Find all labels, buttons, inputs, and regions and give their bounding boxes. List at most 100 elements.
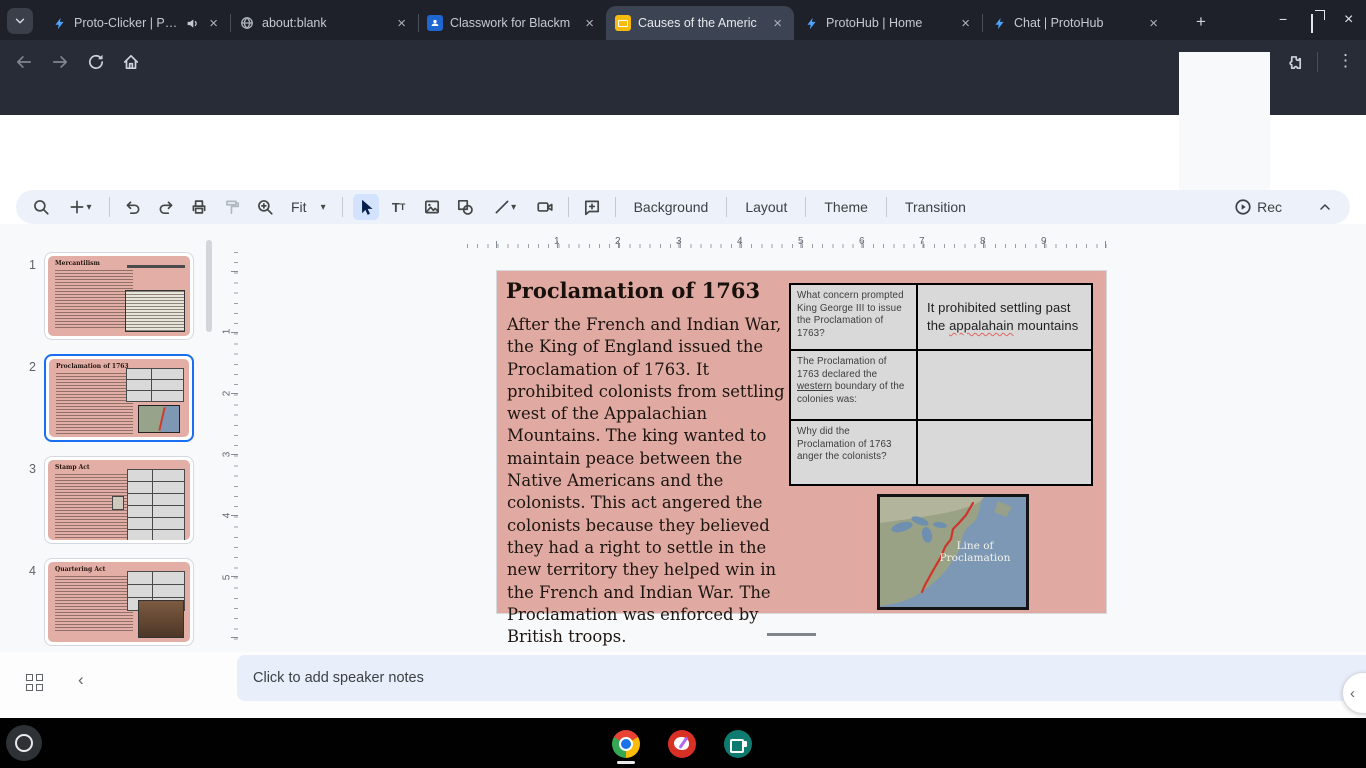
table-question-1[interactable]: What concern prompted King George III to… xyxy=(791,285,916,349)
transition-button[interactable]: Transition xyxy=(897,199,974,215)
slide-thumbnail-2-selected[interactable]: Proclamation of 1763 xyxy=(44,354,194,442)
slide-number: 3 xyxy=(20,462,36,476)
insert-image-button[interactable] xyxy=(419,194,445,220)
screencast-app-icon[interactable] xyxy=(724,730,752,758)
browser-toolbar: docs.google.com/presentation/d/1Mt7zz-2S… xyxy=(0,40,1366,85)
background-button[interactable]: Background xyxy=(626,199,717,215)
undo-button[interactable] xyxy=(120,194,146,220)
new-tab-button[interactable]: + xyxy=(1196,13,1206,30)
thumb-table xyxy=(126,368,184,402)
print-button[interactable] xyxy=(186,194,212,220)
tab-classwork[interactable]: Classwork for Blackm × xyxy=(418,6,606,40)
text-box-tool[interactable]: TT xyxy=(386,194,412,220)
slides-header: Causes of the American Revolution Part 1… xyxy=(0,115,1366,190)
thumb-title: Quartering Act xyxy=(55,566,105,573)
table-answer-2[interactable] xyxy=(918,351,1091,419)
screen: Proto-Clicker | Prot × about:blank × Cla… xyxy=(0,0,1366,768)
thumb-image xyxy=(125,290,185,332)
lightning-icon xyxy=(991,15,1007,31)
shelf: 4 Sep 17 10:38 xyxy=(0,718,1366,768)
search-menus-icon[interactable] xyxy=(28,194,54,220)
notes-resize-handle[interactable] xyxy=(767,633,816,636)
table-answer-1[interactable]: It prohibited settling past the appalaha… xyxy=(918,285,1091,349)
tab-title: about:blank xyxy=(262,16,387,30)
insert-shape-button[interactable] xyxy=(452,194,478,220)
tab-protohub-home[interactable]: ProtoHub | Home × xyxy=(794,6,982,40)
tab-title: Causes of the Americ xyxy=(638,16,763,30)
insert-line-button[interactable]: ▾ xyxy=(485,194,525,220)
tab-title: Proto-Clicker | Prot xyxy=(74,16,179,30)
insert-video-button[interactable] xyxy=(532,194,558,220)
tabs: Proto-Clicker | Prot × about:blank × Cla… xyxy=(42,6,1170,40)
chrome-app-icon[interactable] xyxy=(612,730,640,758)
slide-canvas[interactable]: Proclamation of 1763 After the French an… xyxy=(497,271,1106,613)
window-close-button[interactable]: × xyxy=(1344,12,1353,28)
new-slide-button[interactable]: ▾ xyxy=(61,194,99,220)
tab-search-button[interactable] xyxy=(7,8,33,34)
redo-button[interactable] xyxy=(153,194,179,220)
audio-speaker-icon[interactable] xyxy=(186,17,199,30)
slide-thumbnail-3[interactable]: Stamp Act xyxy=(44,456,194,544)
window-restore-button[interactable] xyxy=(1311,15,1313,33)
tab-title: Chat | ProtoHub xyxy=(1014,16,1139,30)
launcher-button[interactable] xyxy=(6,725,42,761)
extensions-puzzle-icon[interactable] xyxy=(1283,51,1305,73)
slide-title[interactable]: Proclamation of 1763 xyxy=(506,278,760,303)
theme-button[interactable]: Theme xyxy=(816,199,876,215)
map-caption-line1: Line of xyxy=(957,540,995,552)
proclamation-map-image[interactable]: Line of Proclamation xyxy=(877,494,1029,610)
question-table[interactable]: What concern prompted King George III to… xyxy=(789,283,1093,486)
back-button[interactable] xyxy=(13,51,35,73)
zoom-value: Fit xyxy=(291,199,307,215)
tab-about-blank[interactable]: about:blank × xyxy=(230,6,418,40)
canvas-app-icon[interactable] xyxy=(668,730,696,758)
table-question-3[interactable]: Why did the Proclamation of 1763 anger t… xyxy=(791,421,916,484)
tab-close-button[interactable]: × xyxy=(958,15,973,32)
lightning-icon xyxy=(803,15,819,31)
slide-number: 2 xyxy=(20,360,36,374)
app-toolbar: ▾ Fit▾ TT ▾ Background Layout Theme Tran… xyxy=(16,190,1350,224)
thumb-text-lines xyxy=(55,576,133,632)
ruler-ticks xyxy=(231,252,238,640)
tab-close-button[interactable]: × xyxy=(770,15,785,32)
underlined-word: western xyxy=(797,381,832,392)
zoom-button[interactable] xyxy=(252,194,278,220)
table-answer-3[interactable] xyxy=(918,421,1091,484)
collapse-toolbar-button[interactable] xyxy=(1312,194,1338,220)
slide-thumbnail-4[interactable]: Quartering Act xyxy=(44,558,194,646)
layout-button[interactable]: Layout xyxy=(737,199,795,215)
rec-button[interactable]: Rec xyxy=(1234,198,1282,216)
insert-comment-button[interactable] xyxy=(579,194,605,220)
window-minimize-button[interactable]: − xyxy=(1279,12,1287,26)
collapse-filmstrip-icon[interactable]: ‹ xyxy=(78,670,84,690)
thumb-text-lines xyxy=(56,373,133,435)
zoom-select[interactable]: Fit▾ xyxy=(285,199,332,215)
table-question-2[interactable]: The Proclamation of 1763 declared the we… xyxy=(791,351,916,419)
forward-button[interactable] xyxy=(49,51,71,73)
tab-proto-clicker[interactable]: Proto-Clicker | Prot × xyxy=(42,6,230,40)
reload-button[interactable] xyxy=(85,51,107,73)
tab-strip: Proto-Clicker | Prot × about:blank × Cla… xyxy=(0,0,1366,40)
slide-body-text[interactable]: After the French and Indian War, the Kin… xyxy=(507,314,788,648)
tab-close-button[interactable]: × xyxy=(582,15,597,32)
select-tool[interactable] xyxy=(353,194,379,220)
slide-thumbnail-1[interactable]: Mercantilism xyxy=(44,252,194,340)
browser-menu-button[interactable]: ⋮ xyxy=(1337,51,1354,71)
filmstrip-scrollbar[interactable] xyxy=(206,240,212,332)
tab-chat-protohub[interactable]: Chat | ProtoHub × xyxy=(982,6,1170,40)
tab-close-button[interactable]: × xyxy=(206,15,221,32)
tab-causes-active[interactable]: Causes of the Americ × xyxy=(606,6,794,40)
tab-close-button[interactable]: × xyxy=(1146,15,1161,32)
lightning-icon xyxy=(51,15,67,31)
thumb-title: Mercantilism xyxy=(55,260,100,267)
thumb-image xyxy=(112,496,124,510)
grid-view-button[interactable] xyxy=(26,674,43,691)
home-button[interactable] xyxy=(120,51,142,73)
tab-title: Classwork for Blackm xyxy=(450,16,575,30)
ruler-ticks xyxy=(467,241,1107,248)
tab-title: ProtoHub | Home xyxy=(826,16,951,30)
record-icon xyxy=(1234,198,1252,216)
speaker-notes-input[interactable]: Click to add speaker notes xyxy=(237,655,1366,701)
tab-close-button[interactable]: × xyxy=(394,15,409,32)
divider xyxy=(1317,52,1318,72)
